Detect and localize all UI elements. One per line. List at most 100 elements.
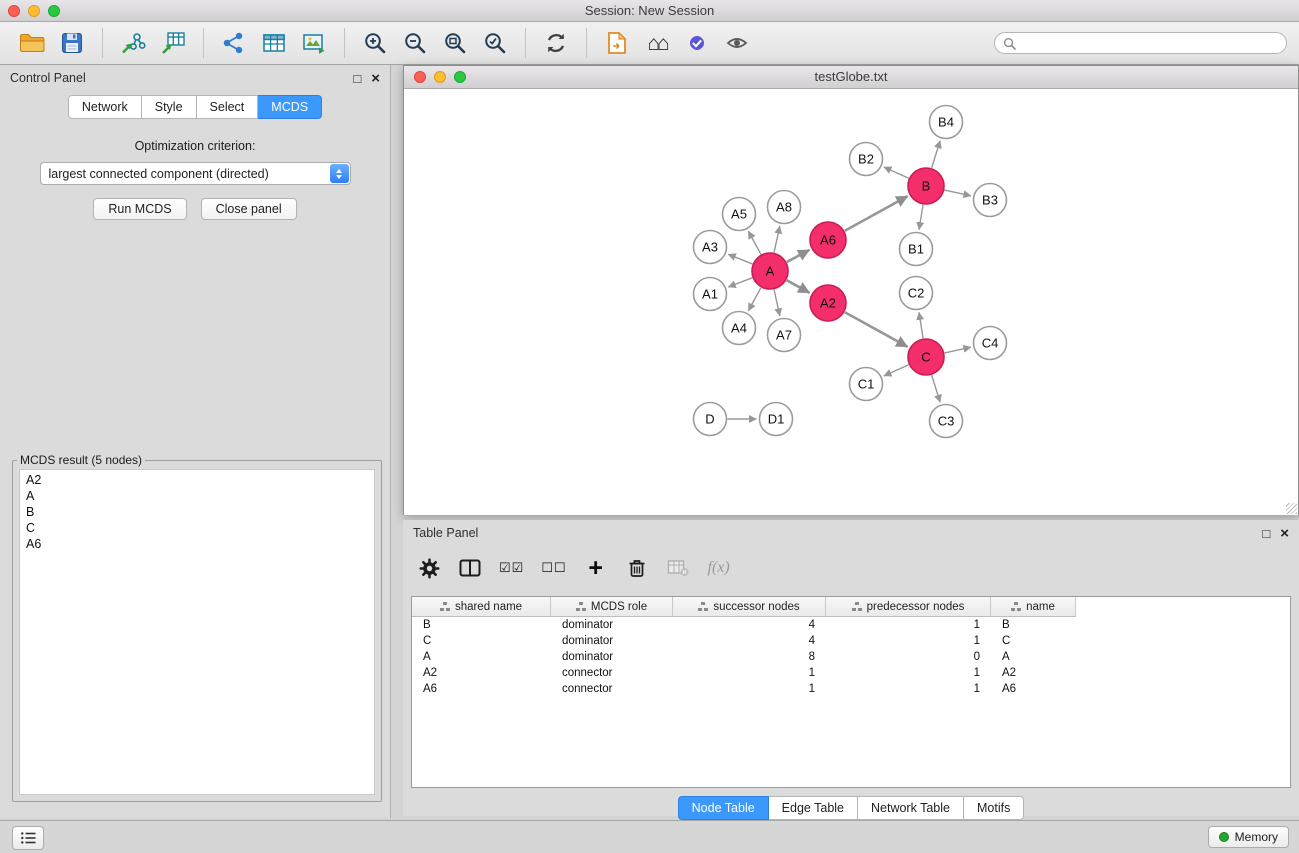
control-panel: Control Panel □ × NetworkStyleSelectMCDS… (0, 65, 391, 818)
svg-text:B4: B4 (938, 115, 954, 130)
homes-icon[interactable]: ⌂⌂ (642, 28, 672, 58)
apply-style-icon[interactable] (682, 28, 712, 58)
refresh-icon[interactable] (541, 28, 571, 58)
table-row[interactable]: Adominator80A (412, 649, 1290, 665)
network-edge-A-A7 (774, 290, 780, 316)
close-panel-button[interactable]: Close panel (201, 198, 297, 220)
network-edge-A-A4 (748, 288, 761, 311)
import-network-icon[interactable] (118, 28, 148, 58)
network-node-B1[interactable]: B1 (900, 233, 933, 266)
table-settings-gear-icon[interactable] (417, 555, 441, 581)
network-node-A[interactable]: A (752, 253, 788, 289)
table-panel: Table Panel □ × ☑☑ ☐☐ + f(x) (403, 520, 1299, 816)
network-close-button[interactable] (414, 71, 426, 83)
network-node-C1[interactable]: C1 (850, 368, 883, 401)
table-row[interactable]: A2connector11A2 (412, 665, 1290, 681)
tab-network[interactable]: Network (68, 95, 142, 119)
show-columns-icon[interactable] (458, 555, 482, 581)
mcds-result-item[interactable]: C (20, 520, 374, 536)
add-column-icon[interactable]: + (584, 555, 608, 581)
session-search-field[interactable] (994, 32, 1287, 54)
traffic-lights (8, 5, 60, 17)
zoom-selected-icon[interactable] (480, 28, 510, 58)
float-table-panel-icon[interactable]: □ (1262, 527, 1270, 540)
network-node-D[interactable]: D (694, 403, 727, 436)
tab-style[interactable]: Style (142, 95, 197, 119)
import-table-icon[interactable] (158, 28, 188, 58)
save-session-icon[interactable] (57, 28, 87, 58)
resize-grip[interactable] (1286, 503, 1297, 514)
close-table-panel-icon[interactable]: × (1280, 526, 1289, 541)
column-header-name[interactable]: name (991, 597, 1076, 617)
mcds-result-item[interactable]: A2 (20, 472, 374, 488)
fullscreen-window-button[interactable] (48, 5, 60, 17)
memory-button[interactable]: Memory (1208, 826, 1289, 848)
network-node-A4[interactable]: A4 (723, 312, 756, 345)
run-mcds-button[interactable]: Run MCDS (93, 198, 186, 220)
minimize-window-button[interactable] (28, 5, 40, 17)
zoom-in-icon[interactable] (360, 28, 390, 58)
table-row[interactable]: Bdominator41B (412, 617, 1290, 633)
mcds-result-list[interactable]: A2ABCA6 (19, 469, 375, 795)
tab-mcds[interactable]: MCDS (258, 95, 322, 119)
optimization-dropdown[interactable]: largest connected component (directed) (40, 162, 351, 185)
network-traffic-lights (414, 71, 466, 83)
network-canvas[interactable]: A A6 A2 B C A5 A8 A3 A1A4 A7 B4 B2 B3 B1 C2 C4 C1 C3 D D1 (404, 89, 1298, 515)
tab-node-table[interactable]: Node Table (678, 796, 769, 820)
network-node-A5[interactable]: A5 (723, 198, 756, 231)
network-node-B[interactable]: B (908, 168, 944, 204)
mcds-result-item[interactable]: A (20, 488, 374, 504)
float-panel-icon[interactable]: □ (353, 72, 361, 85)
network-node-A7[interactable]: A7 (768, 319, 801, 352)
svg-text:C3: C3 (938, 414, 955, 429)
network-window-title: testGlobe.txt (815, 69, 888, 84)
table-row[interactable]: Cdominator41C (412, 633, 1290, 649)
deselect-all-icon[interactable]: ☐☐ (541, 555, 566, 581)
network-node-C[interactable]: C (908, 339, 944, 375)
svg-text:B2: B2 (858, 152, 874, 167)
network-node-C3[interactable]: C3 (930, 405, 963, 438)
new-table-icon[interactable] (259, 28, 289, 58)
delete-column-trash-icon[interactable] (625, 555, 649, 581)
network-node-B3[interactable]: B3 (974, 184, 1007, 217)
column-header-successor-nodes[interactable]: successor nodes (673, 597, 826, 617)
tab-network-table[interactable]: Network Table (858, 796, 964, 820)
network-minimize-button[interactable] (434, 71, 446, 83)
column-header-mcds-role[interactable]: MCDS role (551, 597, 673, 617)
tab-motifs[interactable]: Motifs (964, 796, 1024, 820)
network-node-A6[interactable]: A6 (810, 222, 846, 258)
task-history-button[interactable] (12, 826, 44, 850)
export-image-icon[interactable] (299, 28, 329, 58)
column-type-icon (576, 602, 586, 611)
tab-edge-table[interactable]: Edge Table (769, 796, 858, 820)
search-input[interactable] (1021, 35, 1278, 51)
close-panel-icon[interactable]: × (371, 71, 380, 86)
zoom-fit-icon[interactable] (440, 28, 470, 58)
column-type-icon (852, 602, 862, 611)
network-node-A2[interactable]: A2 (810, 285, 846, 321)
mcds-result-item[interactable]: A6 (20, 536, 374, 552)
network-node-A1[interactable]: A1 (694, 278, 727, 311)
network-node-A3[interactable]: A3 (694, 231, 727, 264)
select-all-icon[interactable]: ☑☑ (499, 555, 524, 581)
column-header-shared-name[interactable]: shared name (412, 597, 551, 617)
new-network-icon[interactable] (219, 28, 249, 58)
network-node-C4[interactable]: C4 (974, 327, 1007, 360)
network-node-D1[interactable]: D1 (760, 403, 793, 436)
open-session-icon[interactable] (17, 28, 47, 58)
network-node-A8[interactable]: A8 (768, 191, 801, 224)
mcds-result-item[interactable]: B (20, 504, 374, 520)
network-node-C2[interactable]: C2 (900, 277, 933, 310)
tab-select[interactable]: Select (197, 95, 259, 119)
table-row[interactable]: A6connector11A6 (412, 681, 1290, 697)
report-icon[interactable] (602, 28, 632, 58)
table-cell: C (412, 633, 551, 649)
network-node-B2[interactable]: B2 (850, 143, 883, 176)
close-window-button[interactable] (8, 5, 20, 17)
network-node-B4[interactable]: B4 (930, 106, 963, 139)
network-edge-C-C1 (884, 365, 909, 376)
network-zoom-button[interactable] (454, 71, 466, 83)
zoom-out-icon[interactable] (400, 28, 430, 58)
column-header-predecessor-nodes[interactable]: predecessor nodes (826, 597, 991, 617)
eye-icon[interactable] (722, 28, 752, 58)
